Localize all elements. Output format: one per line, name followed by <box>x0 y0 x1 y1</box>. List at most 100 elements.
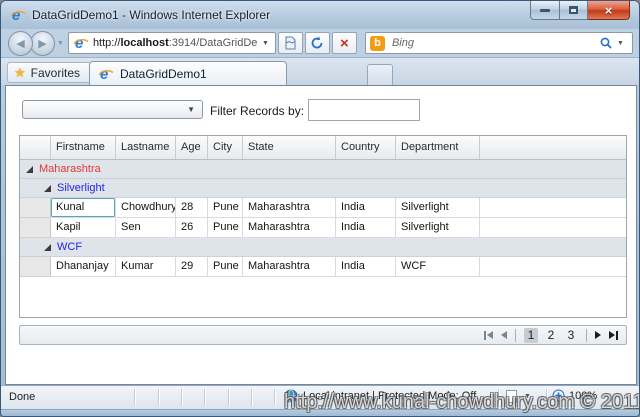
group-expander-icon[interactable] <box>44 243 51 251</box>
address-bar[interactable]: e http://localhost:3914/DataGridDem ▼ <box>67 32 276 54</box>
grid-header-age[interactable]: Age <box>176 136 208 159</box>
stop-button[interactable]: × <box>331 32 357 54</box>
grid-cell[interactable]: Maharashtra <box>243 218 336 238</box>
grid-cell[interactable]: Maharashtra <box>243 198 336 218</box>
pager-separator <box>515 328 516 342</box>
browser-window: e DataGridDemo1 - Windows Internet Explo… <box>0 0 640 417</box>
data-row: Dhananjay Kumar 29 Pune Maharashtra India WCF <box>20 257 626 277</box>
grid-cell[interactable]: 26 <box>176 218 208 238</box>
grid-header-city[interactable]: City <box>208 136 243 159</box>
group-combobox[interactable]: ▼ <box>22 100 203 119</box>
grid-cell[interactable]: India <box>336 257 396 277</box>
url-path: :3914/DataGridDem <box>168 37 258 49</box>
search-box[interactable]: b ▼ <box>364 32 633 54</box>
group-label: Maharashtra <box>39 163 101 175</box>
last-page-button[interactable] <box>609 330 618 340</box>
refresh-button[interactable] <box>304 32 330 54</box>
search-magnifier-icon[interactable] <box>599 36 613 50</box>
grid-cell[interactable]: Silverlight <box>396 198 480 218</box>
group-label: Silverlight <box>57 182 105 194</box>
grid-header-firstname[interactable]: Firstname <box>51 136 116 159</box>
compatibility-view-button[interactable] <box>277 32 303 54</box>
tab-datagriddemo1[interactable]: e DataGridDemo1 <box>89 61 287 86</box>
url-scheme: http:// <box>92 37 121 49</box>
search-dropdown-arrow[interactable]: ▼ <box>613 40 628 47</box>
status-separator <box>228 389 229 406</box>
tab-ie-icon: e <box>98 66 114 82</box>
filter-input[interactable] <box>308 99 420 121</box>
grid-header-state[interactable]: State <box>243 136 336 159</box>
group-row-silverlight[interactable]: Silverlight <box>20 179 626 198</box>
group-expander-icon[interactable] <box>44 184 51 192</box>
grid-cell[interactable]: Kumar <box>116 257 176 277</box>
grid-cell[interactable]: Kapil <box>51 218 116 238</box>
recent-pages-dropdown[interactable]: ▼ <box>57 40 64 47</box>
row-header-cell[interactable] <box>20 218 51 238</box>
url-text[interactable]: http://localhost:3914/DataGridDem <box>93 37 258 49</box>
row-filler <box>480 218 626 238</box>
navigation-bar: ◀ ▶ ▼ e http://localhost:3914/DataGridDe… <box>1 29 639 57</box>
grid-cell[interactable]: WCF <box>396 257 480 277</box>
last-page-icon <box>616 330 618 340</box>
grid-cell[interactable]: Dhananjay <box>51 257 116 277</box>
group-row-wcf[interactable]: WCF <box>20 238 626 257</box>
search-input[interactable] <box>389 36 599 50</box>
next-page-button[interactable] <box>595 331 601 339</box>
maximize-button[interactable] <box>560 1 588 20</box>
grid-cell[interactable]: Pune <box>208 218 243 238</box>
ie-logo-icon[interactable]: e <box>10 7 26 23</box>
minimize-button[interactable] <box>530 1 560 20</box>
grid-cell[interactable]: Chowdhury <box>116 198 176 218</box>
new-tab-button[interactable] <box>367 64 393 86</box>
page-number-3[interactable]: 3 <box>564 328 578 343</box>
grid-header-filler <box>480 136 626 159</box>
grid-cell[interactable]: Kunal <box>51 198 116 218</box>
grid-header-lastname[interactable]: Lastname <box>116 136 176 159</box>
page-number-2[interactable]: 2 <box>544 328 558 343</box>
data-row: Kunal Chowdhury 28 Pune Maharashtra India Silv… <box>20 198 626 218</box>
row-filler <box>480 257 626 277</box>
combobox-dropdown-arrow: ▼ <box>187 105 195 114</box>
grid-cell[interactable]: India <box>336 198 396 218</box>
first-page-icon <box>484 330 486 340</box>
back-arrow-icon: ◀ <box>16 37 25 50</box>
grid-header-country[interactable]: Country <box>336 136 396 159</box>
status-separator <box>158 389 159 406</box>
grid-cell[interactable]: Silverlight <box>396 218 480 238</box>
last-page-arrow-icon <box>609 331 615 339</box>
row-header-cell[interactable] <box>20 257 51 277</box>
forward-button[interactable]: ▶ <box>30 30 55 56</box>
group-row-maharashtra[interactable]: Maharashtra <box>20 160 626 179</box>
previous-page-button[interactable] <box>501 331 507 339</box>
filter-label: Filter Records by: <box>210 104 305 118</box>
group-expander-icon[interactable] <box>26 165 33 173</box>
title-bar: e DataGridDemo1 - Windows Internet Explo… <box>1 1 639 29</box>
first-page-button[interactable] <box>484 330 493 340</box>
grid-cell[interactable]: Pune <box>208 257 243 277</box>
group-label: WCF <box>57 241 83 253</box>
page-content: ▼ Filter Records by: Firstname Lastname Ag… <box>5 85 637 385</box>
grid-cell[interactable]: Pune <box>208 198 243 218</box>
grid-cell[interactable]: 28 <box>176 198 208 218</box>
pager-bar: 123 <box>19 325 627 345</box>
page-number-1[interactable]: 1 <box>524 327 538 343</box>
forward-arrow-icon: ▶ <box>38 37 47 50</box>
grid-header-row: Firstname Lastname Age City State Country Depa… <box>20 136 626 160</box>
favorites-button[interactable]: ★ Favorites <box>7 62 92 83</box>
grid-cell[interactable]: 29 <box>176 257 208 277</box>
address-dropdown-arrow[interactable]: ▼ <box>258 40 273 47</box>
bing-logo-icon: b <box>369 35 385 51</box>
back-button[interactable]: ◀ <box>8 30 33 56</box>
status-separator <box>251 389 252 406</box>
previous-page-arrow-icon <box>501 331 507 339</box>
status-text: Done <box>9 391 36 403</box>
minimize-icon <box>540 8 550 12</box>
grid-cell[interactable]: Sen <box>116 218 176 238</box>
next-page-arrow-icon <box>595 331 601 339</box>
grid-cell[interactable]: Maharashtra <box>243 257 336 277</box>
grid-cell[interactable]: India <box>336 218 396 238</box>
row-header-cell[interactable] <box>20 198 51 218</box>
grid-header-department[interactable]: Department <box>396 136 480 159</box>
close-button[interactable]: × <box>588 1 630 20</box>
status-separator <box>204 389 205 406</box>
